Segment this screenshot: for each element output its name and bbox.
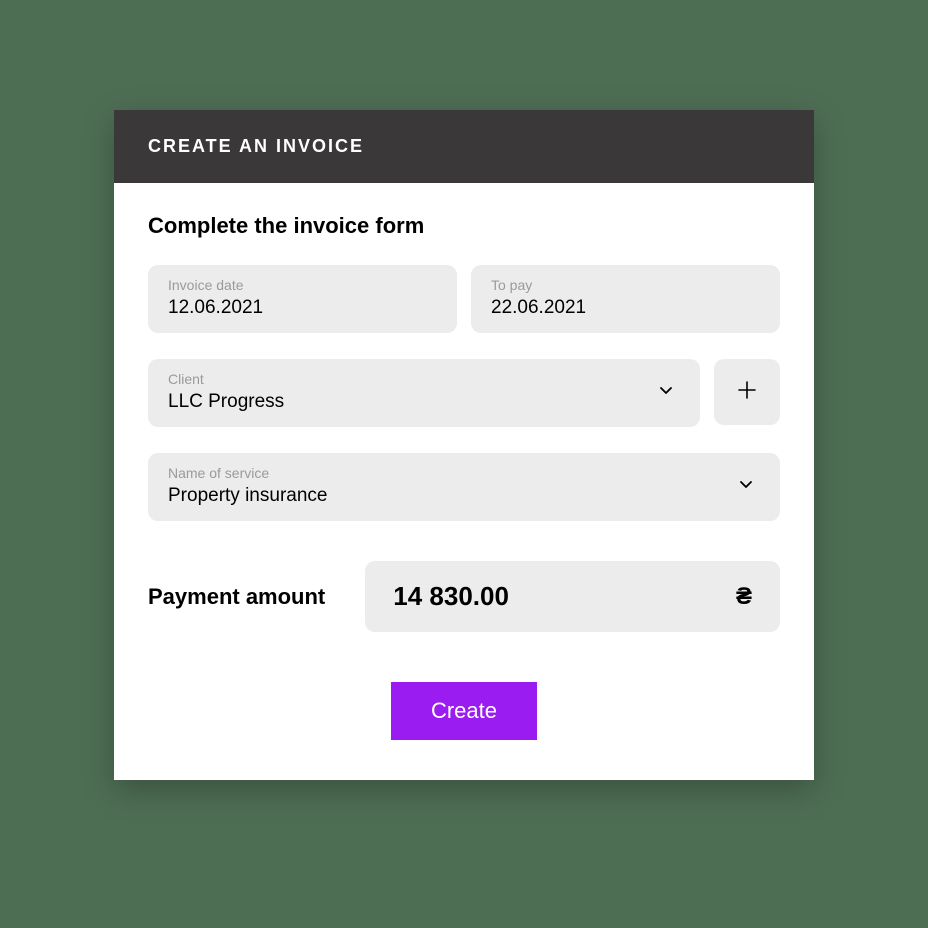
- service-value: Property insurance: [168, 485, 724, 507]
- service-label: Name of service: [168, 465, 724, 481]
- chevron-down-icon: [656, 381, 676, 406]
- create-button[interactable]: Create: [391, 682, 537, 740]
- invoice-date-value: 12.06.2021: [168, 297, 437, 319]
- invoice-card: CREATE AN INVOICE Complete the invoice f…: [114, 110, 814, 780]
- card-body: Complete the invoice form Invoice date 1…: [114, 183, 814, 780]
- invoice-date-field[interactable]: Invoice date 12.06.2021: [148, 265, 457, 333]
- to-pay-field[interactable]: To pay 22.06.2021: [471, 265, 780, 333]
- payment-amount-value: 14 830.00: [393, 581, 509, 612]
- date-row: Invoice date 12.06.2021 To pay 22.06.202…: [148, 265, 780, 333]
- invoice-date-label: Invoice date: [168, 277, 437, 293]
- client-label: Client: [168, 371, 644, 387]
- to-pay-value: 22.06.2021: [491, 297, 760, 319]
- service-select[interactable]: Name of service Property insurance: [148, 453, 780, 521]
- payment-amount-label: Payment amount: [148, 584, 325, 610]
- amount-row: Payment amount 14 830.00 ₴: [148, 561, 780, 632]
- chevron-down-icon: [736, 475, 756, 500]
- client-value: LLC Progress: [168, 391, 644, 413]
- client-select[interactable]: Client LLC Progress: [148, 359, 700, 427]
- to-pay-label: To pay: [491, 277, 760, 293]
- client-row: Client LLC Progress: [148, 359, 780, 427]
- service-row: Name of service Property insurance: [148, 453, 780, 521]
- card-header-title: CREATE AN INVOICE: [114, 110, 814, 183]
- form-subtitle: Complete the invoice form: [148, 213, 780, 239]
- payment-amount-field[interactable]: 14 830.00 ₴: [365, 561, 780, 632]
- plus-icon: [735, 378, 759, 407]
- create-row: Create: [148, 682, 780, 740]
- add-client-button[interactable]: [714, 359, 780, 425]
- currency-icon: ₴: [736, 583, 752, 611]
